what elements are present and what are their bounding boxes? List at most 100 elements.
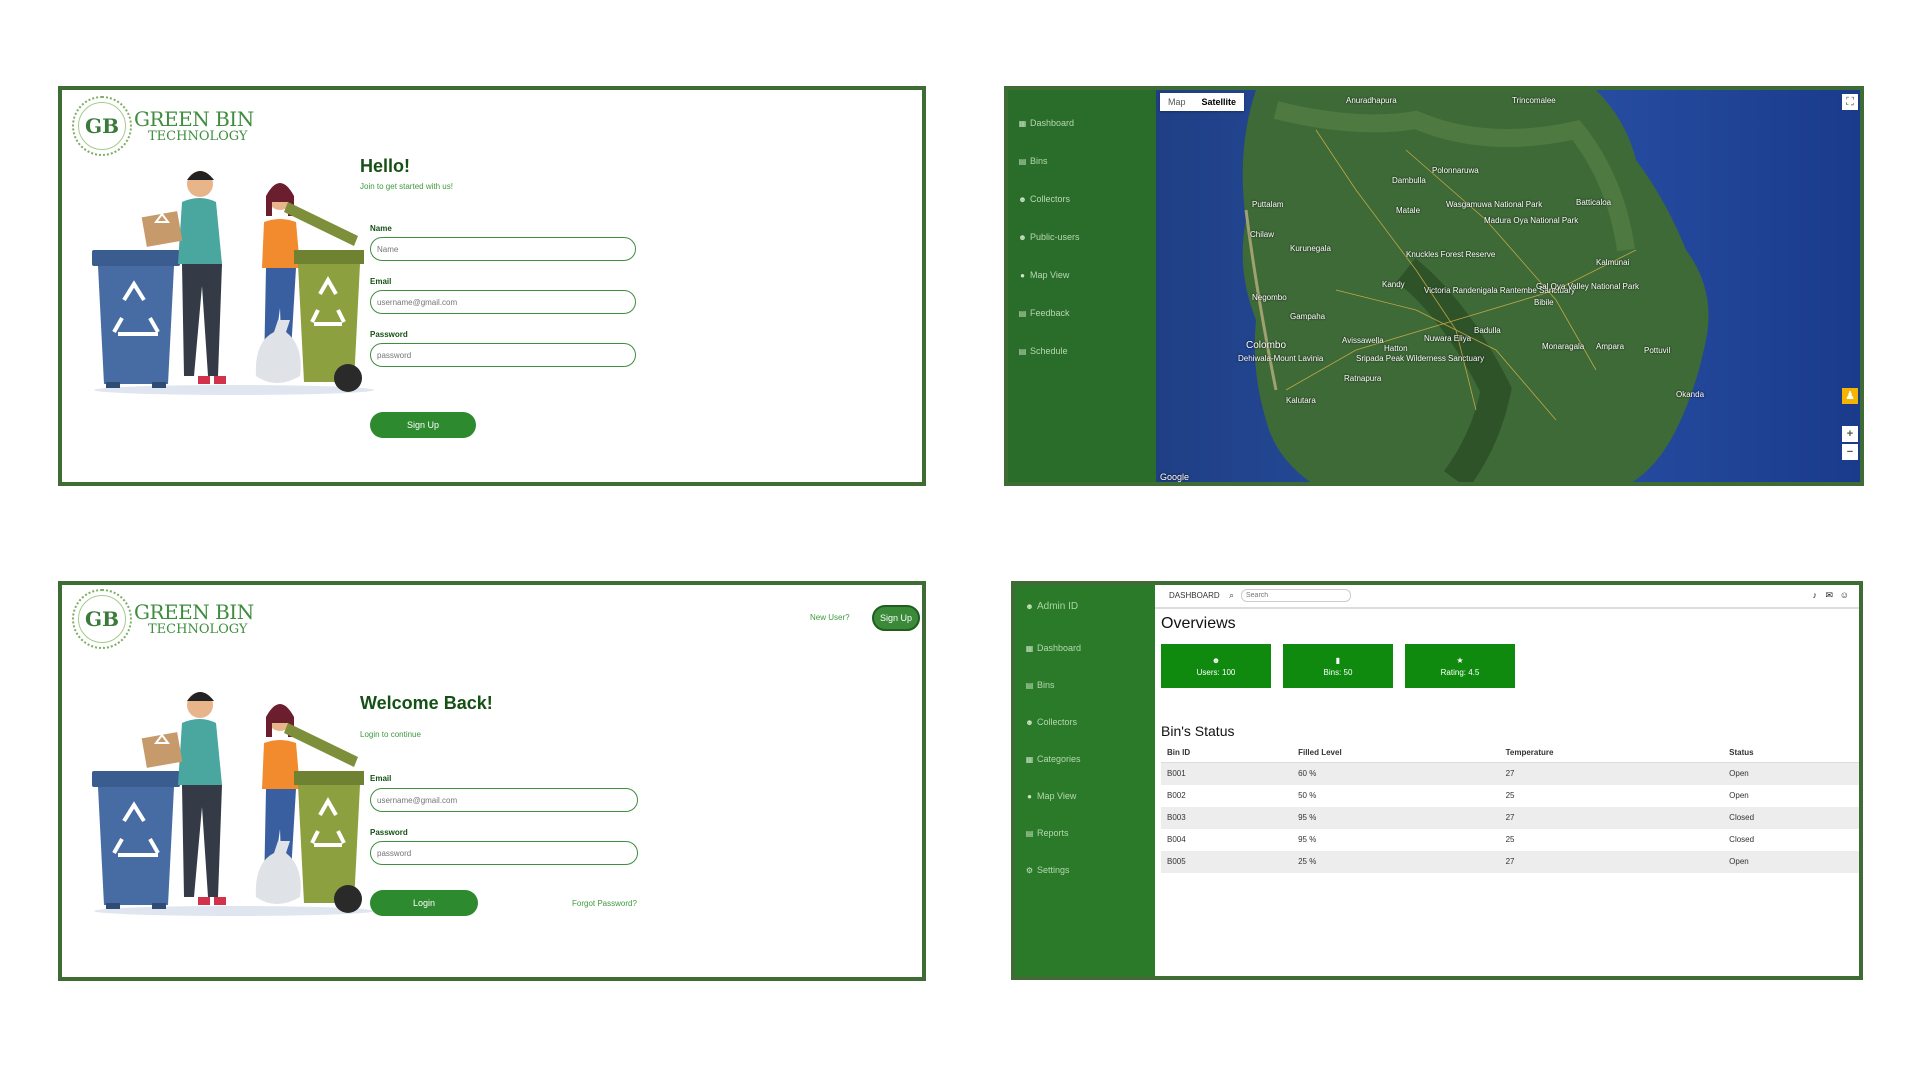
recycling-illustration — [92, 692, 374, 916]
sidebar-item-schedule[interactable]: ▤ Schedule — [1018, 346, 1068, 356]
sidebar-item-map-view[interactable]: ● Map View — [1025, 791, 1076, 801]
bin-icon: ▮ — [1335, 655, 1341, 665]
grid-icon: ▦ — [1025, 754, 1034, 764]
map-type-toggle: Map Satellite — [1160, 93, 1245, 111]
password-input[interactable] — [370, 841, 638, 865]
table-cell: 27 — [1499, 850, 1724, 873]
table-cell: 60 % — [1292, 762, 1500, 785]
map-label: Negombo — [1252, 293, 1287, 302]
map-label: Dambulla — [1392, 176, 1426, 185]
map-label: Ratnapura — [1344, 374, 1382, 383]
map-label: Gampaha — [1290, 312, 1326, 321]
sidebar-item-feedback[interactable]: ▤ Feedback — [1018, 308, 1070, 318]
email-input[interactable] — [370, 788, 638, 812]
sidebar-item-bins[interactable]: ▤ Bins — [1018, 156, 1048, 166]
stat-card-users[interactable]: ☻ Users: 100 — [1161, 644, 1271, 688]
table-cell: 50 % — [1298, 791, 1317, 800]
bin-status-title: Bin's Status — [1161, 723, 1235, 739]
forgot-password-link[interactable]: Forgot Password? — [572, 899, 637, 908]
satellite-map[interactable]: Colombo Dehiwala-Mount Lavinia Negombo K… — [1156, 90, 1860, 482]
sidebar-item-collectors[interactable]: ☻ Collectors — [1018, 194, 1070, 204]
sidebar-item-dashboard[interactable]: ▦ Dashboard — [1018, 118, 1074, 128]
login-button[interactable]: Login — [370, 890, 478, 916]
sidebar-item-dashboard[interactable]: ▦ Dashboard — [1025, 643, 1081, 653]
sidebar-item-bins[interactable]: ▤ Bins — [1025, 680, 1055, 690]
overview-title: Overviews — [1161, 615, 1236, 632]
table-cell: B005 — [1161, 850, 1293, 873]
page-title: Welcome Back! — [360, 693, 493, 713]
table-row[interactable]: B004 95 % 25 Closed — [1161, 829, 1859, 851]
page-subtitle: Login to continue — [360, 730, 421, 739]
report-icon: ▤ — [1025, 828, 1034, 838]
brand-name: GREEN BIN — [134, 600, 254, 624]
login-page: GB GREEN BIN TECHNOLOGY New User? Sign U… — [58, 581, 926, 981]
search-input[interactable] — [1241, 589, 1351, 602]
map-pin-icon: ● — [1027, 791, 1032, 801]
sidebar-item-categories[interactable]: ▦ Categories — [1025, 754, 1081, 764]
table-cell: B004 — [1167, 835, 1186, 844]
tab-satellite[interactable]: Satellite — [1194, 93, 1245, 111]
bin-status-table: Bin ID Filled Level Temperature Status B… — [1161, 743, 1859, 873]
map-label: Monaragala — [1542, 342, 1585, 351]
mail-icon[interactable]: ✉ — [1825, 590, 1833, 601]
name-input[interactable] — [370, 237, 636, 261]
street-view-icon[interactable]: ♟ — [1842, 388, 1858, 404]
map-label: Madura Oya National Park — [1484, 216, 1579, 225]
table-cell: 27 — [1499, 762, 1724, 785]
stat-card-bins[interactable]: ▮ Bins: 50 — [1283, 644, 1393, 688]
zoom-in-button[interactable]: + — [1842, 426, 1858, 442]
table-cell: Closed — [1729, 835, 1755, 844]
table-cell: Open — [1723, 850, 1859, 873]
table-row[interactable]: B002 50 % 25 Open — [1161, 785, 1859, 807]
map-label: Nuwara Eliya — [1424, 334, 1472, 343]
map-label: Hatton — [1384, 344, 1408, 353]
map-label: Okanda — [1676, 390, 1705, 399]
map-attribution: Google — [1160, 472, 1190, 482]
column-header: Bin ID — [1161, 743, 1293, 763]
sidebar-item-settings[interactable]: ⚙ Settings — [1025, 865, 1070, 875]
table-row[interactable]: B001 60 % 27 Open — [1161, 762, 1859, 785]
column-header: Filled Level — [1292, 743, 1500, 763]
table-cell: Open — [1723, 762, 1859, 785]
admin-dashboard-page: ☻ Admin ID ▦ Dashboard ▤ Bins ☻ Collectors ▦… — [1011, 581, 1863, 980]
user-icon[interactable]: ☺ — [1840, 590, 1849, 600]
map-label: Wasgamuwa National Park — [1446, 200, 1543, 209]
map-label: Trincomalee — [1512, 96, 1556, 105]
map-label: Batticaloa — [1576, 198, 1612, 207]
tab-map[interactable]: Map — [1160, 93, 1194, 111]
topbar-title: DASHBOARD — [1169, 591, 1220, 600]
users-icon: ☻ — [1025, 717, 1034, 727]
sidebar-item-collectors[interactable]: ☻ Collectors — [1025, 717, 1077, 727]
sidebar-item-map-view[interactable]: ● Map View — [1018, 270, 1069, 280]
password-input[interactable] — [370, 343, 636, 367]
map-label: Bibile — [1534, 298, 1554, 307]
table-header-row: Bin ID Filled Level Temperature Status — [1161, 743, 1859, 763]
bell-icon[interactable]: ♪ — [1813, 590, 1818, 600]
table-row[interactable]: B005 25 % 27 Open — [1161, 850, 1859, 873]
table-row[interactable]: B003 95 % 27 Closed — [1161, 806, 1859, 829]
header-signup-button[interactable]: Sign Up — [872, 605, 920, 631]
map-label: Kalutara — [1286, 396, 1316, 405]
map-label: Chilaw — [1250, 230, 1275, 239]
page-subtitle: Join to get started with us! — [360, 182, 453, 191]
brand-logo: GB GREEN BIN TECHNOLOGY — [72, 589, 254, 649]
email-label: Email — [370, 277, 392, 286]
email-input[interactable] — [370, 290, 636, 314]
signup-button[interactable]: Sign Up — [370, 412, 476, 438]
sidebar-item-public-users[interactable]: ☻ Public-users — [1018, 232, 1079, 242]
sidebar: ☻ Admin ID ▦ Dashboard ▤ Bins ☻ Collectors ▦… — [1015, 585, 1155, 976]
zoom-out-button[interactable]: − — [1842, 444, 1858, 460]
sidebar-item-reports[interactable]: ▤ Reports — [1025, 828, 1069, 838]
map-label: Ampara — [1596, 342, 1625, 351]
stat-card-rating[interactable]: ★ Rating: 4.5 — [1405, 644, 1515, 688]
table-cell: 27 — [1499, 806, 1724, 829]
map-label: Gal Oya Valley National Park — [1536, 282, 1640, 291]
map-label: Kalmunai — [1596, 258, 1630, 267]
admin-id[interactable]: ☻ Admin ID — [1025, 601, 1078, 612]
table-cell: 25 % — [1292, 850, 1500, 873]
brand-tagline: TECHNOLOGY — [148, 129, 248, 144]
fullscreen-icon[interactable]: ⛶ — [1842, 94, 1858, 110]
map-label: Kurunegala — [1290, 244, 1331, 253]
map-label: Pottuvil — [1644, 346, 1671, 355]
table-cell: 95 % — [1298, 835, 1317, 844]
